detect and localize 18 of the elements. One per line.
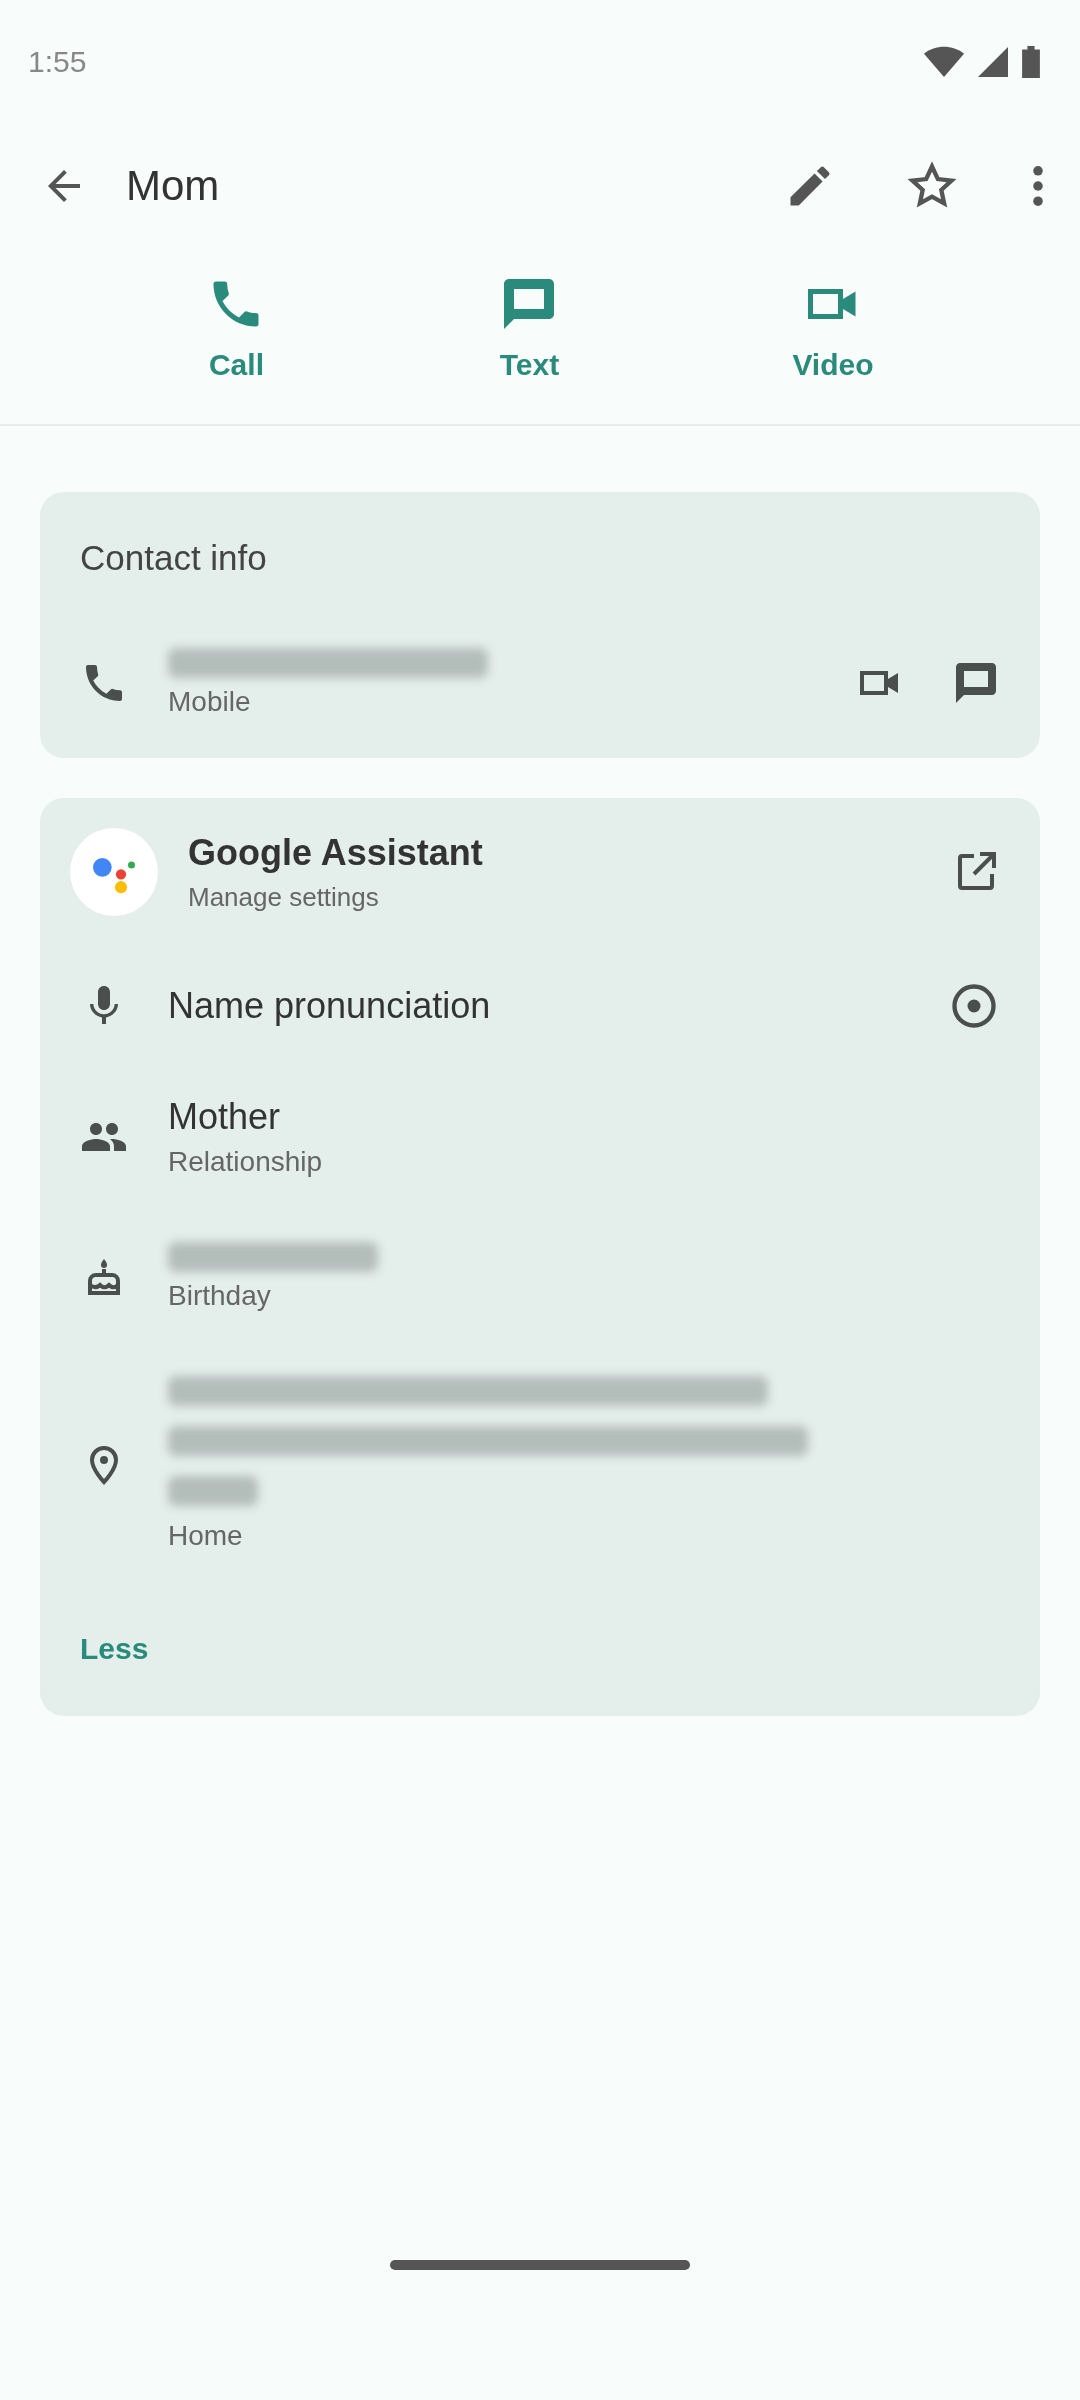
relationship-label: Relationship [168, 1146, 324, 1178]
assistant-title: Google Assistant [188, 831, 484, 874]
status-time: 1:55 [28, 45, 87, 79]
battery-icon [1022, 46, 1040, 78]
birthday-label: Birthday [168, 1280, 272, 1312]
contact-name: Mom [126, 162, 221, 210]
text-action-button[interactable]: Text [479, 266, 580, 390]
show-less-button[interactable]: Less [80, 1632, 149, 1666]
signal-icon [978, 47, 1008, 77]
call-action-button[interactable]: Call [186, 266, 287, 390]
address-label: Home [168, 1520, 244, 1552]
section-heading: Contact info [80, 538, 268, 578]
pronunciation-label: Name pronunciation [168, 985, 492, 1027]
video-action-button[interactable]: Video [772, 266, 894, 390]
assistant-subtitle: Manage settings [188, 881, 380, 913]
wifi-icon [924, 46, 964, 78]
relationship-value: Mother [168, 1096, 282, 1138]
phone-type-label: Mobile [168, 686, 252, 718]
